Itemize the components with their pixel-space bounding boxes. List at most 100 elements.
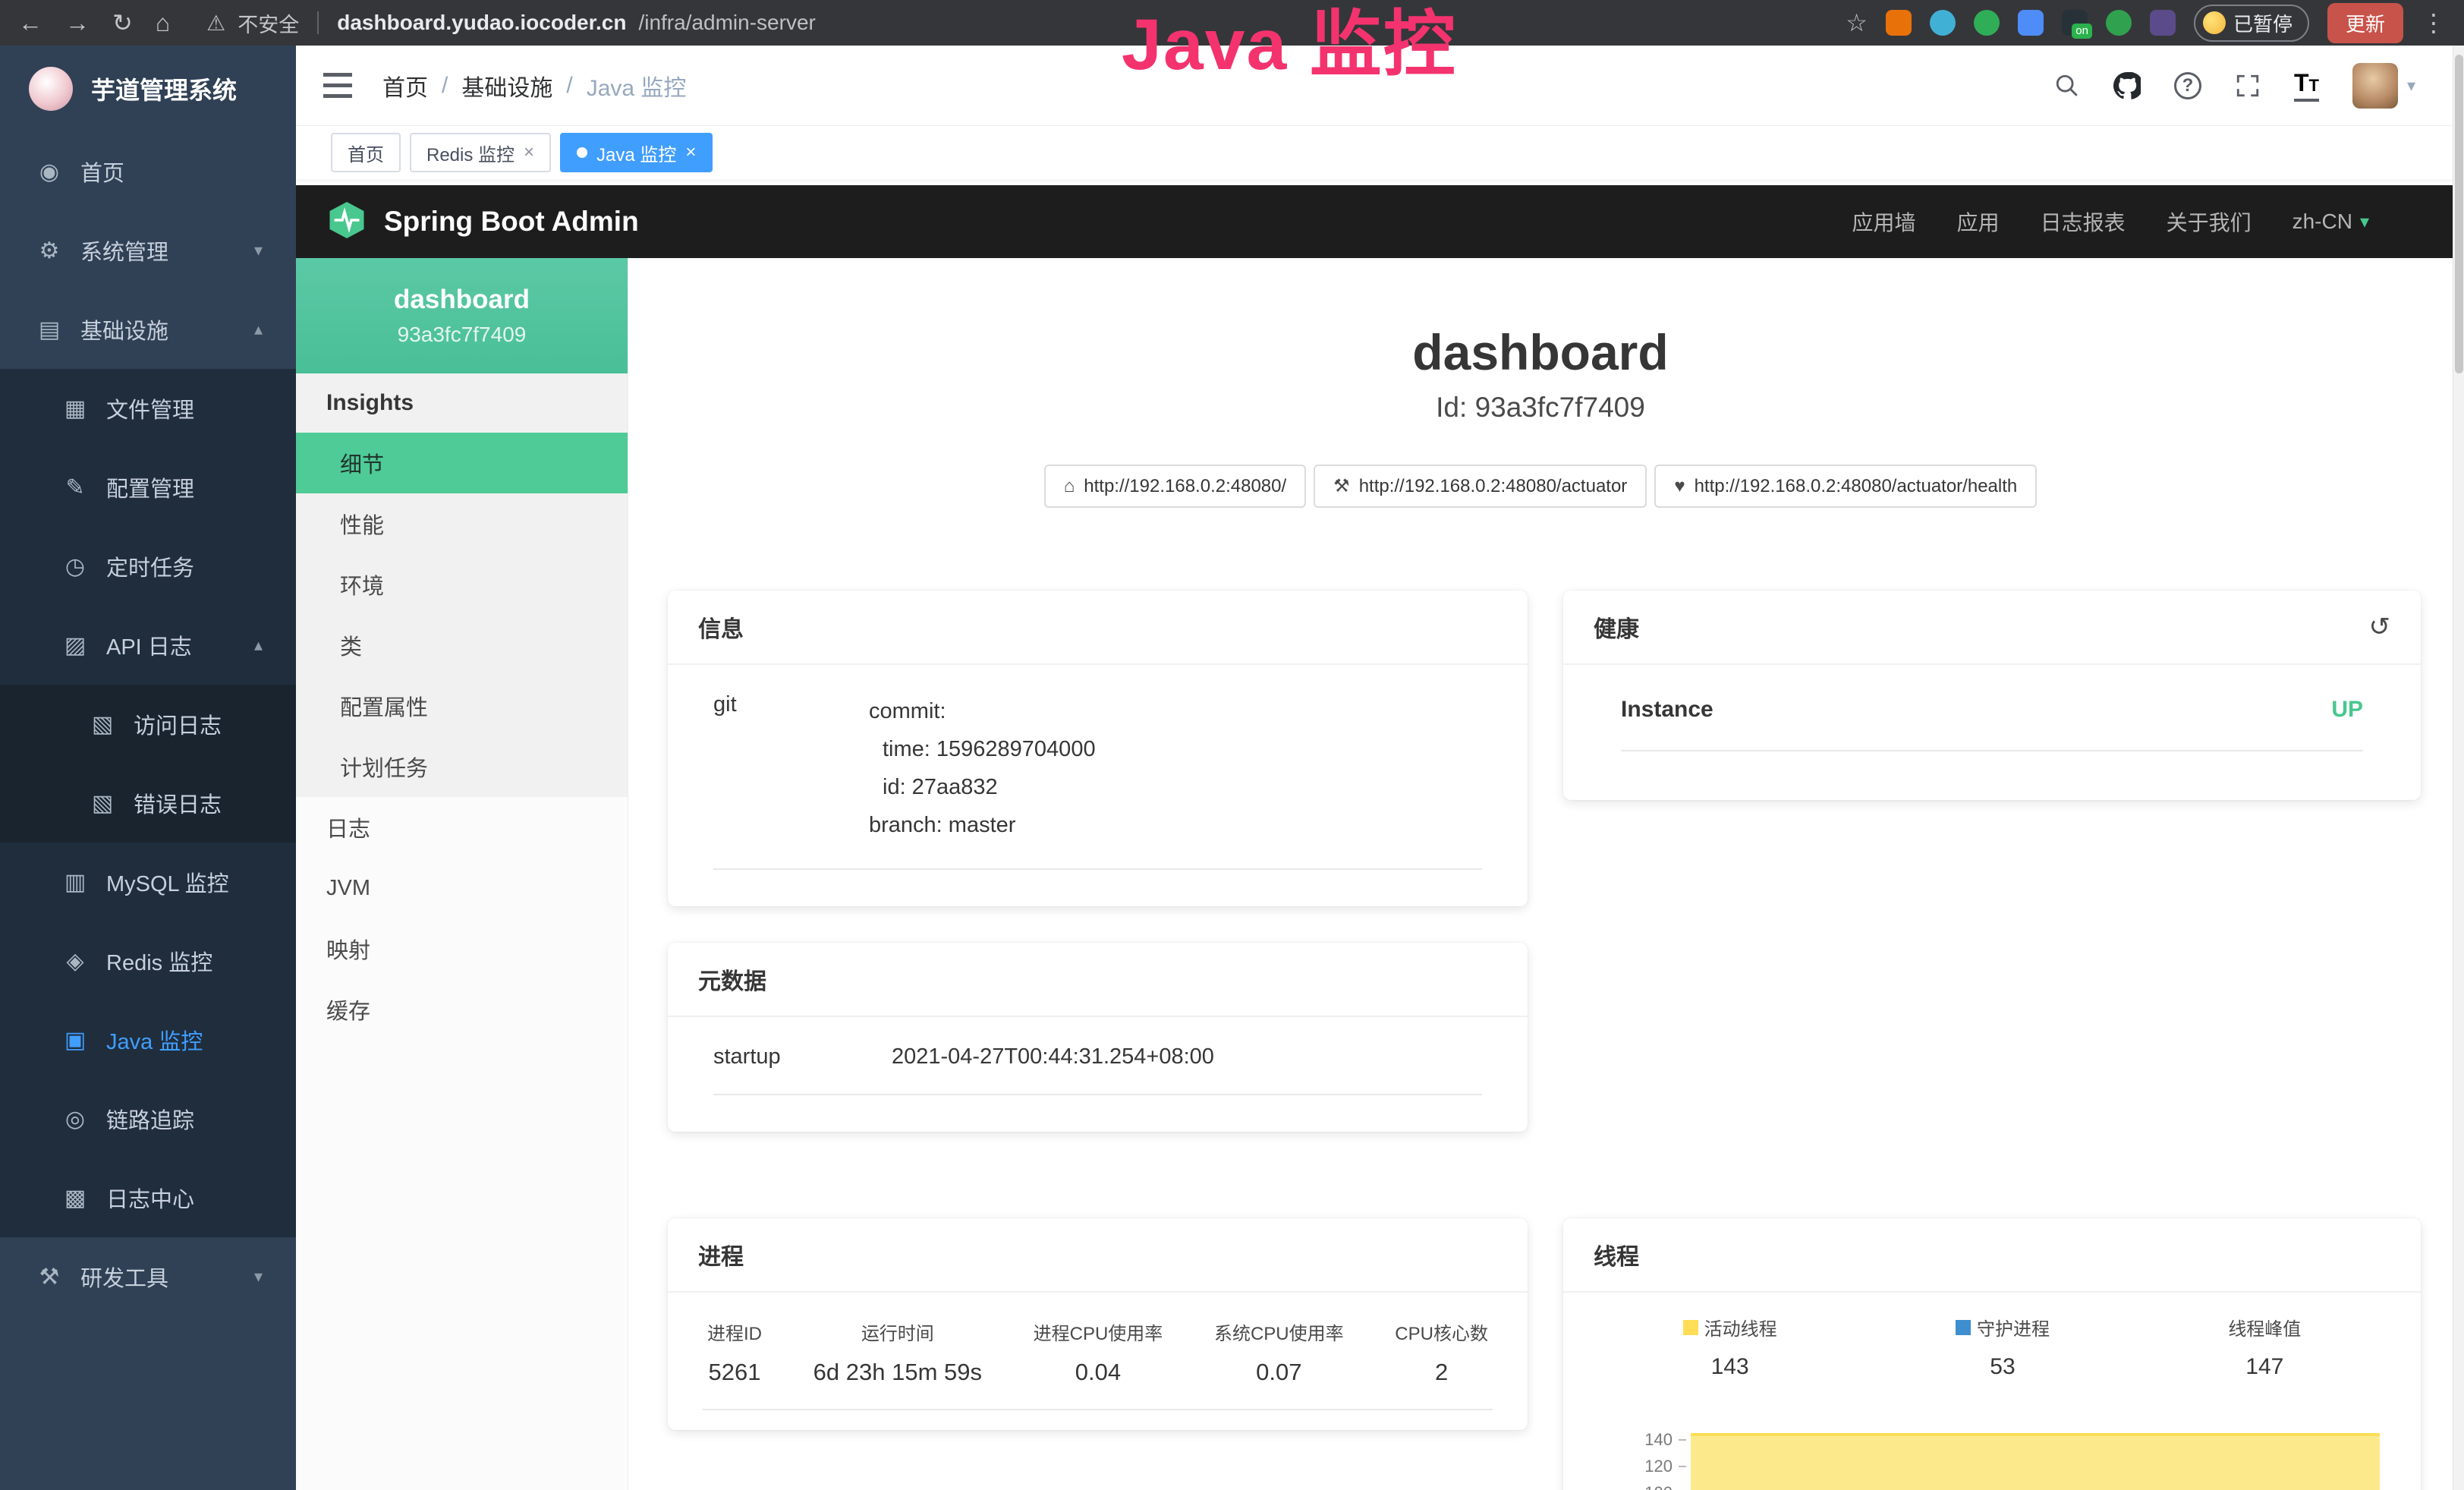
breadcrumb-infrastructure[interactable]: 基础设施 xyxy=(461,69,552,102)
paused-badge[interactable]: 已暂停 xyxy=(2194,5,2309,42)
extension-icon[interactable] xyxy=(1886,10,1912,36)
browser-menu-icon[interactable]: ⋮ xyxy=(2422,0,2446,46)
sba-nav-metrics[interactable]: 性能 xyxy=(296,493,628,554)
avatar xyxy=(2352,63,2398,109)
card-title: 健康 xyxy=(1594,610,1639,644)
threads-legend: 活动线程 143 守护进程 53 线程峰值 147 xyxy=(1594,1314,2390,1380)
sidebar-item-infrastructure[interactable]: ▤ 基础设施 ▴ xyxy=(0,290,296,369)
infrastructure-submenu: ▦ 文件管理 ✎ 配置管理 ◷ 定时任务 ▨ API 日志 ▴ ▧ 访问日志 ▧… xyxy=(0,369,296,1237)
sidebar-item-system-management[interactable]: ⚙ 系统管理 ▾ xyxy=(0,211,296,290)
actuator-url-button[interactable]: ⚒ http://192.168.0.2:48080/actuator xyxy=(1314,465,1647,508)
stat-label: CPU核心数 xyxy=(1395,1318,1488,1345)
bookmark-star-icon[interactable]: ☆ xyxy=(1846,0,1868,46)
sba-nav-mappings[interactable]: 映射 xyxy=(296,918,628,979)
sba-nav-logs[interactable]: 日志 xyxy=(296,797,628,858)
extension-icon[interactable] xyxy=(2150,10,2176,36)
stat-value: 5261 xyxy=(707,1359,762,1386)
sba-nav-classes[interactable]: 类 xyxy=(296,615,628,676)
sba-nav-applications[interactable]: 应用 xyxy=(1957,206,2000,237)
sidebar-item-scheduled-jobs[interactable]: ◷ 定时任务 xyxy=(0,527,296,606)
sba-nav-scheduled-tasks[interactable]: 计划任务 xyxy=(296,736,628,797)
sba-nav-wallboard[interactable]: 应用墙 xyxy=(1852,206,1916,237)
sidebar-item-file-management[interactable]: ▦ 文件管理 xyxy=(0,369,296,448)
reload-icon[interactable]: ↻ xyxy=(112,0,133,46)
table-row[interactable]: Instance UP xyxy=(1621,697,2363,751)
scrollbar-thumb[interactable] xyxy=(2455,55,2463,373)
sidebar-item-tracing[interactable]: ◎ 链路追踪 xyxy=(0,1079,296,1158)
sidebar-item-redis-monitor[interactable]: ◈ Redis 监控 xyxy=(0,921,296,1000)
y-axis-tick: 140 xyxy=(1594,1430,1673,1450)
address-bar[interactable]: ⚠ 不安全 dashboard.yudao.iocoder.cn/infra/a… xyxy=(206,8,1823,38)
sidebar-item-access-logs[interactable]: ▧ 访问日志 xyxy=(0,685,296,764)
app-logo[interactable]: 芋道管理系统 xyxy=(0,46,296,132)
sba-nav-details[interactable]: 细节 xyxy=(296,433,628,493)
extension-icon[interactable]: on xyxy=(2062,10,2088,36)
health-url-button[interactable]: ♥ http://192.168.0.2:48080/actuator/heal… xyxy=(1654,465,2037,508)
update-button[interactable]: 更新 xyxy=(2327,3,2403,43)
sidebar-item-error-logs[interactable]: ▧ 错误日志 xyxy=(0,764,296,843)
github-icon[interactable] xyxy=(2113,72,2141,99)
stat-value: 2 xyxy=(1395,1359,1488,1386)
active-dot xyxy=(577,147,587,158)
forward-icon[interactable]: → xyxy=(65,0,90,46)
sidebar-item-label: 首页 xyxy=(80,156,124,187)
legend-live-threads: 活动线程 143 xyxy=(1683,1314,1777,1380)
stat-label: 进程CPU使用率 xyxy=(1034,1318,1163,1345)
tools-icon: ⚒ xyxy=(35,1264,64,1290)
card-title: 元数据 xyxy=(698,962,766,996)
close-icon[interactable]: × xyxy=(685,142,696,163)
sba-nav-about[interactable]: 关于我们 xyxy=(2167,206,2252,237)
scrollbar[interactable] xyxy=(2453,46,2464,1490)
collapse-menu-icon[interactable] xyxy=(323,73,352,99)
sidebar-item-dev-tools[interactable]: ⚒ 研发工具 ▾ xyxy=(0,1237,296,1316)
sidebar-item-log-center[interactable]: ▩ 日志中心 xyxy=(0,1158,296,1237)
redis-icon: ◈ xyxy=(61,948,90,975)
breadcrumb-home[interactable]: 首页 xyxy=(382,69,428,102)
sidebar-item-label: Redis 监控 xyxy=(106,945,212,977)
history-icon[interactable]: ↺ xyxy=(2369,612,2391,642)
language-selector[interactable]: zh-CN ▾ xyxy=(2292,209,2369,234)
extension-icon[interactable] xyxy=(2018,10,2044,36)
sba-nav-config-props[interactable]: 配置属性 xyxy=(296,676,628,736)
table-row: startup 2021-04-27T00:44:31.254+08:00 xyxy=(713,1044,1482,1095)
sba-nav-environment[interactable]: 环境 xyxy=(296,554,628,615)
tab-redis-monitor[interactable]: Redis 监控 × xyxy=(410,133,551,172)
sidebar-item-mysql-monitor[interactable]: ▥ MySQL 监控 xyxy=(0,843,296,921)
actuator-url: http://192.168.0.2:48080/actuator xyxy=(1359,476,1628,497)
close-icon[interactable]: × xyxy=(524,142,534,163)
sba-app-header[interactable]: dashboard 93a3fc7f7409 xyxy=(296,258,628,373)
home-icon[interactable]: ⌂ xyxy=(156,0,170,46)
sidebar-item-api-logs[interactable]: ▨ API 日志 ▴ xyxy=(0,606,296,685)
legend-value: 147 xyxy=(2228,1354,2301,1380)
health-card: 健康 ↺ Instance UP xyxy=(1563,591,2421,800)
info-value: commit: time: 1596289704000 id: 27aa832 … xyxy=(869,692,1096,844)
tab-java-monitor[interactable]: Java 监控 × xyxy=(560,133,713,172)
threads-chart: 140 120 100 xyxy=(1594,1410,2390,1490)
sidebar-item-label: 访问日志 xyxy=(134,708,222,740)
sba-brand[interactable]: Spring Boot Admin xyxy=(326,200,639,244)
search-icon[interactable] xyxy=(2054,73,2080,99)
extension-icon[interactable] xyxy=(1930,10,1956,36)
extension-icon[interactable] xyxy=(2106,10,2132,36)
sba-nav-journal[interactable]: 日志报表 xyxy=(2041,206,2126,237)
sba-nav-caches[interactable]: 缓存 xyxy=(296,979,628,1040)
sba-nav-jvm[interactable]: JVM xyxy=(296,858,628,918)
card-title: 信息 xyxy=(698,610,744,644)
info-line: time: 1596289704000 xyxy=(869,730,1096,768)
service-url-button[interactable]: ⌂ http://192.168.0.2:48080/ xyxy=(1044,465,1306,508)
back-icon[interactable]: ← xyxy=(18,0,42,46)
sidebar-item-home[interactable]: ◉ 首页 xyxy=(0,132,296,211)
security-warning-icon: ⚠ xyxy=(206,11,225,36)
help-icon[interactable]: ? xyxy=(2174,72,2201,99)
trace-icon: ◎ xyxy=(61,1106,90,1132)
sidebar-item-config-management[interactable]: ✎ 配置管理 xyxy=(0,448,296,527)
health-instance-label: Instance xyxy=(1621,697,1713,723)
font-size-icon[interactable]: TT xyxy=(2294,69,2319,102)
fullscreen-icon[interactable] xyxy=(2235,73,2261,99)
extension-icon[interactable] xyxy=(1974,10,2000,36)
sba-title: Spring Boot Admin xyxy=(384,206,639,238)
tab-home[interactable]: 首页 xyxy=(331,133,401,172)
sidebar-item-java-monitor[interactable]: ▣ Java 监控 xyxy=(0,1000,296,1079)
sidebar-item-label: 基础设施 xyxy=(80,313,168,345)
user-menu[interactable]: ▾ xyxy=(2352,63,2415,109)
